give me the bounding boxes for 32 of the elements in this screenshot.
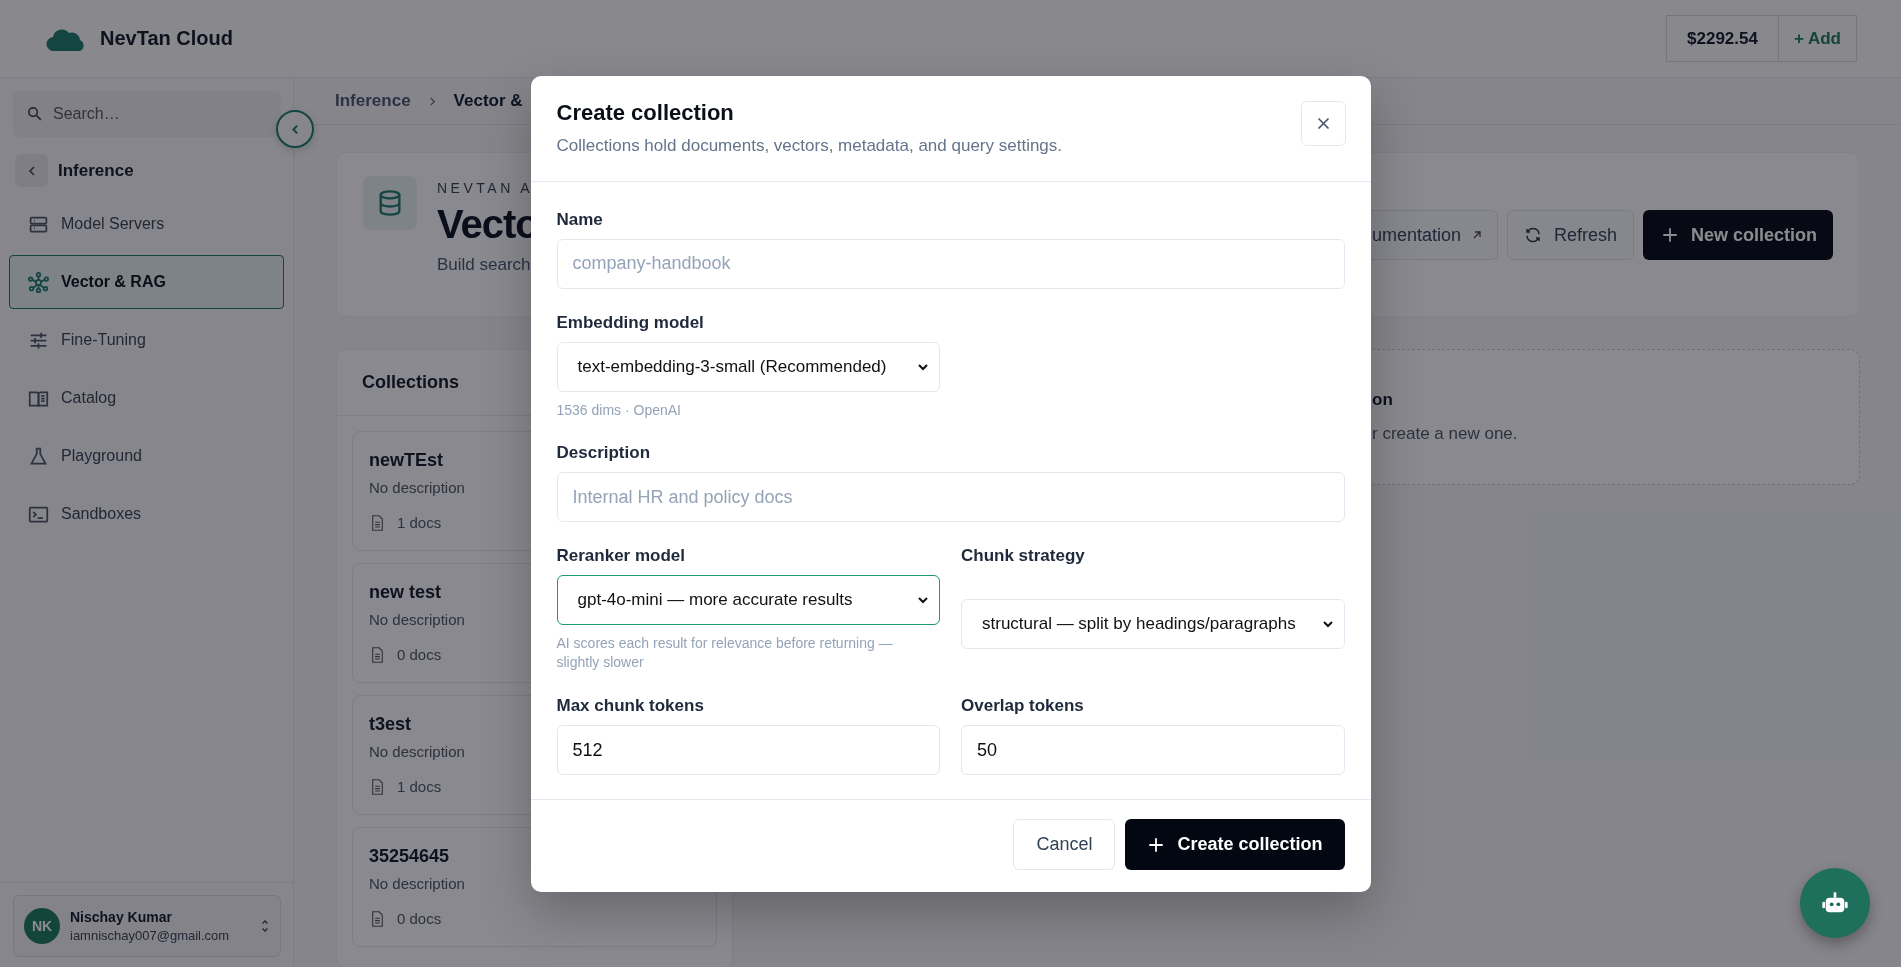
page-eyebrow: NEVTAN A	[437, 180, 535, 196]
empty-state-text: r create a new one.	[1372, 424, 1518, 444]
field-label: Embedding model	[556, 312, 705, 333]
user-name: Nischay Kumar	[70, 909, 173, 925]
docs-count: 0 docs	[397, 910, 442, 927]
dialog-subtitle: Collections hold documents, vectors, metadata, and query settings.	[556, 135, 1064, 156]
docs-count: 1 docs	[397, 514, 442, 531]
docs-count: 1 docs	[397, 778, 442, 795]
field-label: Description	[556, 443, 652, 464]
field-hint: AI scores each result for relevance before returning — slightly slower	[556, 634, 894, 673]
docs-count: 0 docs	[397, 646, 442, 663]
collection-name: newTEst	[369, 450, 443, 471]
field-label: Overlap tokens	[961, 696, 1085, 717]
field-label: Max chunk tokens	[556, 696, 705, 717]
field-label: Reranker model	[556, 546, 686, 567]
collection-name: t3est	[369, 714, 412, 735]
collection-description: No description	[369, 479, 465, 496]
page-subtitle: Build search	[437, 255, 532, 275]
collection-name: new test	[369, 582, 442, 603]
section-title: Inference	[58, 160, 134, 181]
collection-name: 35254645	[369, 846, 450, 867]
user-email: iamnischay007@gmail.com	[70, 928, 231, 943]
collection-description: No description	[369, 743, 465, 760]
field-label: Name	[556, 209, 604, 230]
collection-description: No description	[369, 611, 465, 628]
user-avatar: NK	[24, 908, 60, 944]
brand-name: NevTan Cloud	[100, 27, 233, 50]
dialog-title: Create collection	[556, 99, 735, 126]
empty-state-title: on	[1372, 390, 1393, 410]
field-label: Chunk strategy	[961, 546, 1086, 567]
balance-amount: $2292.54	[1667, 16, 1779, 61]
collection-description: No description	[369, 875, 465, 892]
